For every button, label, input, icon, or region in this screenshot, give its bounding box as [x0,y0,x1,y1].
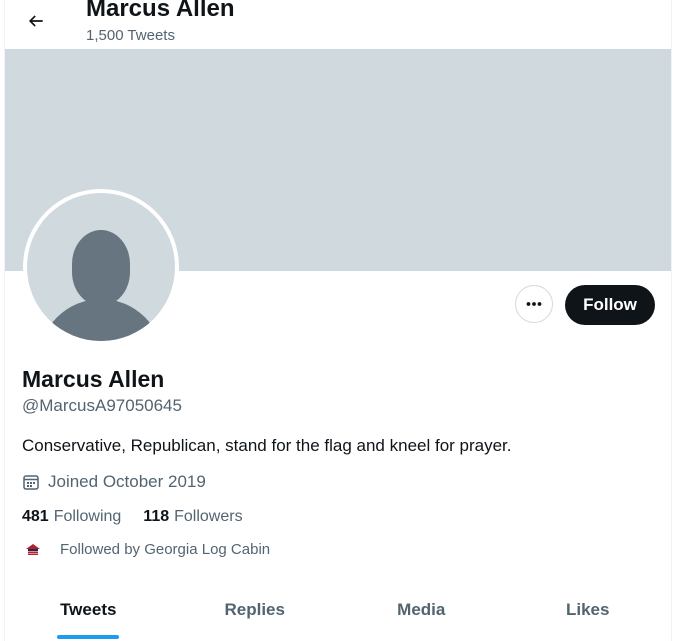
tab-label: Likes [566,600,610,619]
follow-button[interactable]: Follow [565,285,655,325]
profile-bio: Conservative, Republican, stand for the … [22,436,512,455]
profile-header: Marcus Allen 1,500 Tweets [5,0,671,49]
joined-text: Joined October 2019 [48,472,206,491]
avatar[interactable] [23,189,179,345]
follower-avatar-icon [24,541,42,559]
joined-date: Joined October 2019 [22,471,206,493]
followers-link[interactable]: 118 Followers [143,506,242,528]
default-avatar-icon [27,193,175,341]
active-tab-indicator [57,635,120,639]
profile-handle: @MarcusA97050645 [22,396,182,415]
profile-tabs: Tweets Replies Media Likes [5,586,671,641]
following-label: Following [53,508,122,525]
tab-replies[interactable]: Replies [172,586,339,641]
more-horizontal-icon [526,302,542,306]
tab-tweets[interactable]: Tweets [5,586,172,641]
tab-label: Replies [224,600,285,619]
follow-stats: 481 Following 118 Followers [22,506,243,528]
arrow-left-icon [28,15,43,27]
tab-likes[interactable]: Likes [505,586,672,641]
following-link[interactable]: 481 Following [22,506,121,528]
tweet-count: 1,500 Tweets [86,27,175,44]
tab-label: Media [397,600,446,619]
following-count: 481 [22,508,49,525]
followers-label: Followers [174,508,243,525]
profile-name: Marcus Allen [22,366,165,392]
tab-media[interactable]: Media [338,586,505,641]
more-options-button[interactable] [515,285,553,323]
followed-by-text: Followed by Georgia Log Cabin [60,541,271,558]
back-button[interactable] [19,4,53,38]
followed-by-link[interactable]: Followed by Georgia Log Cabin [22,539,270,561]
header-title: Marcus Allen [86,0,235,22]
profile-page: Marcus Allen 1,500 Tweets Follow Marcus … [4,0,672,641]
calendar-icon [22,473,40,491]
followers-count: 118 [143,508,170,525]
